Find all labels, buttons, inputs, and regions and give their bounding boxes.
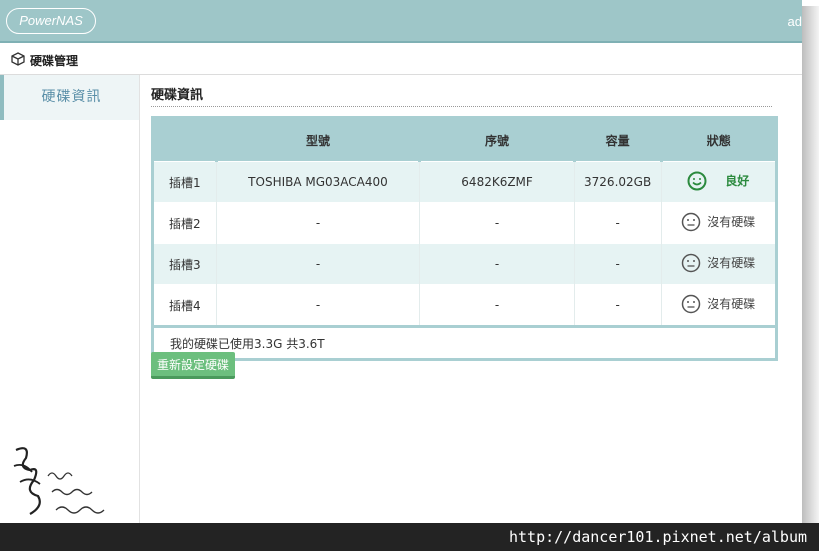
status-cell: 良好: [660, 161, 779, 203]
capacity-cell: -: [573, 202, 662, 244]
window-shadow: [802, 6, 819, 523]
model-cell: -: [215, 202, 420, 244]
status-text: 良好: [725, 174, 750, 188]
capacity-cell: 3726.02GB: [573, 161, 662, 203]
table-row: 插槽4 - - - 沒有硬碟: [151, 284, 779, 327]
smile-icon: [687, 171, 707, 190]
page-title-bar: [0, 43, 802, 75]
serial-cell: -: [419, 202, 575, 244]
model-cell: -: [215, 243, 420, 285]
capacity-cell: -: [573, 284, 662, 327]
sidebar-item-disk-info[interactable]: 硬碟資訊: [0, 75, 139, 120]
slot-cell: 插槽2: [151, 202, 217, 244]
slot-cell: 插槽3: [151, 243, 217, 285]
slot-cell: 插槽1: [151, 161, 217, 203]
usage-summary: 我的硬碟已使用3.3G 共3.6T: [151, 325, 778, 361]
neutral-face-icon: [682, 212, 701, 231]
neutral-face-icon: [682, 253, 701, 272]
disk-table: 型號 序號 容量 狀態 插槽1 TOSHIBA MG03ACA400 6482K…: [151, 116, 779, 361]
table-header-row: 型號 序號 容量 狀態: [151, 116, 779, 162]
watermark-url: http://dancer101.pixnet.net/album: [508, 528, 807, 546]
section-divider: [151, 106, 772, 107]
status-cell: 沒有硬碟: [660, 243, 779, 285]
serial-cell: -: [419, 243, 575, 285]
app-window: PowerNAS ad 硬碟管理 硬碟資訊 硬碟資訊 型號 序號 容量 狀態 插…: [0, 0, 802, 523]
top-bar: PowerNAS ad: [0, 0, 802, 43]
column-header-slot: [151, 116, 218, 162]
model-cell: -: [215, 284, 420, 327]
serial-cell: -: [419, 284, 575, 327]
status-text: 沒有硬碟: [707, 256, 756, 270]
status-cell: 沒有硬碟: [660, 284, 779, 327]
column-header-serial: 序號: [418, 116, 576, 162]
reset-disk-button[interactable]: 重新設定硬碟: [151, 352, 235, 379]
slot-cell: 插槽4: [151, 284, 217, 327]
neutral-face-icon: [682, 294, 701, 313]
model-cell: TOSHIBA MG03ACA400: [215, 161, 420, 203]
column-header-capacity: 容量: [572, 116, 663, 162]
handwritten-signature: [13, 447, 105, 515]
table-row: 插槽3 - - - 沒有硬碟: [151, 243, 779, 285]
status-text: 沒有硬碟: [707, 297, 756, 311]
capacity-cell: -: [573, 243, 662, 285]
logo: PowerNAS: [6, 8, 96, 34]
serial-cell: 6482K6ZMF: [419, 161, 575, 203]
column-header-model: 型號: [214, 116, 422, 162]
column-header-status: 狀態: [659, 116, 779, 162]
status-text: 沒有硬碟: [707, 215, 756, 229]
user-menu[interactable]: ad: [788, 14, 802, 29]
cube-icon: [11, 52, 25, 66]
table-row: 插槽2 - - - 沒有硬碟: [151, 202, 779, 244]
status-cell: 沒有硬碟: [660, 202, 779, 244]
summary-row: 我的硬碟已使用3.3G 共3.6T: [151, 325, 778, 361]
table-row: 插槽1 TOSHIBA MG03ACA400 6482K6ZMF 3726.02…: [151, 161, 779, 203]
section-title: 硬碟資訊: [151, 88, 204, 103]
page-title: 硬碟管理: [30, 54, 79, 68]
